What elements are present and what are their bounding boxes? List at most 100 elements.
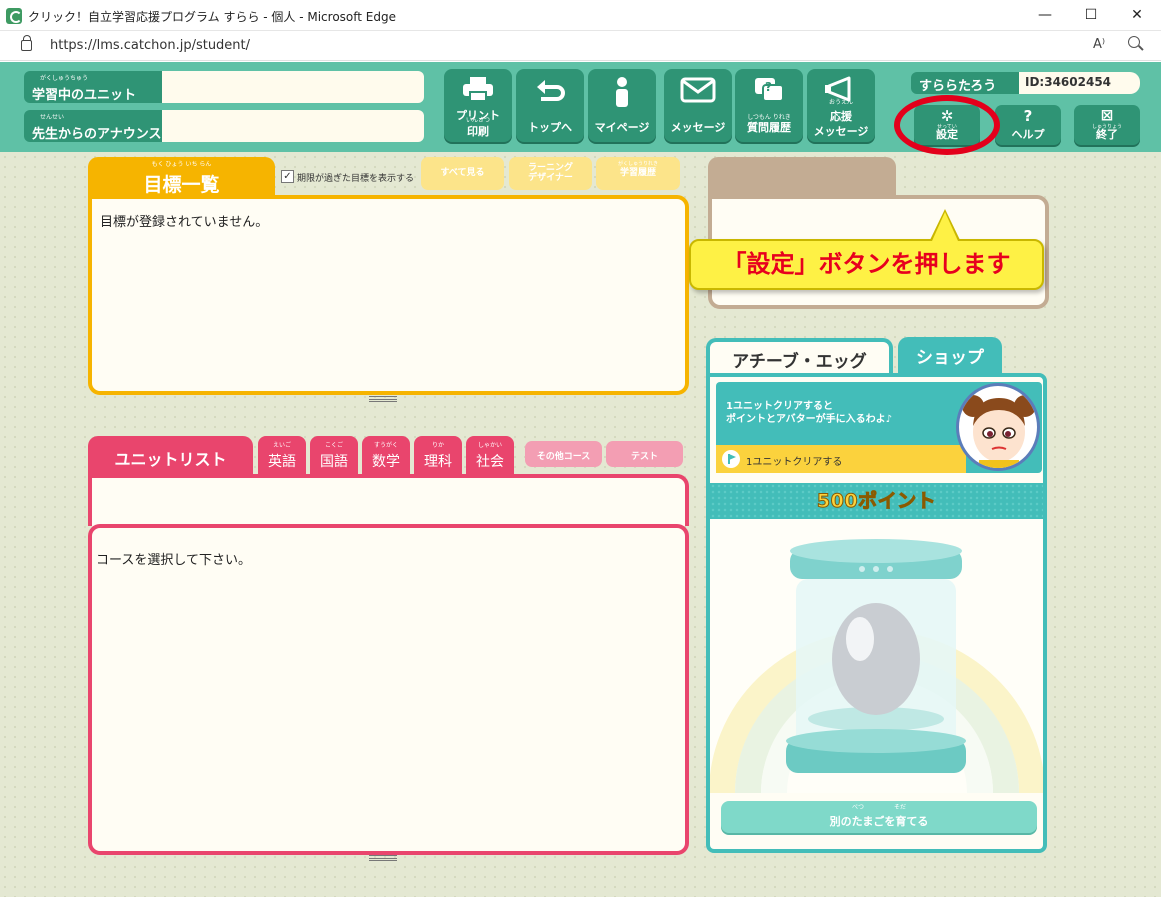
user-name: すららたろう	[911, 72, 1019, 94]
instruction-callout: 「設定」ボタンを押します	[689, 239, 1044, 290]
see-all-button[interactable]: すべて見る	[421, 157, 504, 190]
zoom-icon[interactable]	[1128, 36, 1140, 48]
flag-icon	[722, 450, 740, 468]
subject-label: 英語	[268, 454, 296, 470]
learning-history-button[interactable]: がくしゅうりれき 学習履歴	[596, 157, 680, 190]
subject-ruby: こくご	[324, 442, 343, 449]
print-button[interactable]: プリント いんさつ 印刷	[444, 69, 512, 142]
goals-resize-handle[interactable]	[369, 396, 397, 402]
subject-tab-social[interactable]: しゃかい 社会	[466, 436, 514, 476]
messages-tab	[708, 157, 896, 197]
cheer-message-button[interactable]: おうえん 応援 メッセージ	[807, 69, 875, 142]
help-icon: ?	[1023, 107, 1033, 125]
help-label: ヘルプ	[1011, 128, 1045, 141]
see-all-label: すべて見る	[440, 168, 485, 178]
shop-tab[interactable]: ショップ	[898, 337, 1002, 373]
read-aloud-icon[interactable]: A⁾	[1093, 37, 1105, 52]
question-history-button[interactable]: ? しつもん りれき 質問履歴	[735, 69, 803, 142]
top-page-label: トップへ	[528, 121, 572, 134]
test-button[interactable]: テスト	[606, 441, 683, 467]
callout-tail	[932, 212, 958, 241]
grow-another-egg-button[interactable]: べつ そだ 別のたまごを育てる	[721, 801, 1037, 833]
mission-line1: 1ユニットクリアすると	[726, 401, 833, 412]
learning-history-label: 学習履歴	[619, 168, 656, 178]
print-label-bottom: 印刷	[467, 125, 489, 138]
egg-capsule-image	[710, 539, 1043, 794]
window-title: クリック！自立学習応援プログラム すらら - 個人 - Microsoft Ed…	[28, 10, 396, 24]
units-resize-handle[interactable]	[369, 855, 397, 861]
points-value: 500ポイント	[816, 490, 937, 513]
message-label: メッセージ	[670, 121, 726, 134]
subject-tab-science[interactable]: りか 理科	[414, 436, 462, 476]
mypage-button[interactable]: マイページ	[588, 69, 656, 142]
settings-highlight-ring	[894, 95, 1000, 155]
current-unit-field[interactable]	[162, 71, 424, 103]
goals-empty-message: 目標が登録されていません。	[100, 215, 269, 230]
cheer-label-bottom: メッセージ	[813, 125, 869, 138]
subject-label: 社会	[476, 454, 504, 470]
achieve-egg-tab[interactable]: アチーブ・エッグ	[706, 338, 893, 375]
maximize-button[interactable]: ☐	[1068, 0, 1114, 31]
show-expired-checkbox[interactable]: ✓	[281, 170, 294, 183]
points-band: 500ポイント	[710, 483, 1043, 519]
subject-ruby: すうがく	[373, 442, 398, 449]
subject-label: 理科	[424, 454, 452, 470]
url-text[interactable]: https://lms.catchon.jp/student/	[50, 38, 250, 53]
announcement-field[interactable]	[162, 110, 424, 142]
address-bar: https://lms.catchon.jp/student/ A⁾	[0, 31, 1161, 61]
subject-ruby: しゃかい	[477, 442, 502, 449]
learning-history-ruby: がくしゅうりれき	[617, 161, 658, 167]
subject-tab-english[interactable]: えいご 英語	[258, 436, 306, 476]
window-titlebar: クリック！自立学習応援プログラム すらら - 個人 - Microsoft Ed…	[0, 0, 1161, 31]
subject-tab-japanese[interactable]: こくご 国語	[310, 436, 358, 476]
announcement-ruby: せんせい	[40, 114, 65, 121]
subject-ruby: りか	[431, 442, 444, 449]
goals-tab-ruby: もく ひょう いち らん	[151, 161, 212, 168]
return-arrow-icon	[537, 80, 565, 101]
svg-text:?: ?	[765, 80, 772, 94]
mission-task-bar: 1ユニットクリアする	[716, 445, 966, 473]
mission-text: 1ユニットクリアすると ポイントとアバターが手に入るわよ♪	[726, 400, 892, 426]
question-history-label: 質問履歴	[747, 121, 791, 134]
achieve-egg-panel: 1ユニットクリアすると ポイントとアバターが手に入るわよ♪ 1ユニットクリアする	[706, 373, 1047, 853]
app-logo-icon	[6, 8, 22, 24]
close-window-button[interactable]: ✕	[1114, 0, 1160, 31]
top-page-button[interactable]: トップへ	[516, 69, 584, 142]
message-button[interactable]: メッセージ	[664, 69, 732, 142]
goals-tab: もく ひょう いち らん 目標一覧	[88, 157, 275, 197]
current-unit-ruby: がくしゅうちゅう	[40, 75, 89, 82]
cheer-label-top: 応援	[830, 110, 852, 123]
goals-tab-label: 目標一覧	[143, 174, 220, 196]
help-button[interactable]: ? ヘルプ	[995, 105, 1061, 145]
lock-icon[interactable]	[21, 35, 32, 51]
learning-designer-button[interactable]: ラーニング デザイナー	[509, 157, 592, 190]
current-unit-label: がくしゅうちゅう 学習中のユニット	[24, 71, 162, 103]
unit-course-strip	[88, 474, 689, 526]
avatar-girl-image	[962, 395, 1036, 468]
cheer-ruby: おうえん	[828, 99, 853, 106]
exit-button[interactable]: ⊠ しゅうりょう 終了	[1074, 105, 1140, 145]
close-box-icon: ⊠	[1100, 106, 1114, 124]
goals-panel: 目標が登録されていません。	[88, 195, 689, 395]
question-bubble-icon: ?	[755, 78, 784, 102]
unit-empty-message: コースを選択して下さい。	[96, 553, 251, 568]
envelope-icon	[680, 77, 716, 103]
announcement-label-text: 先生からのアナウンス	[32, 127, 162, 142]
avatar	[956, 383, 1040, 471]
app-area: がくしゅうちゅう 学習中のユニット せんせい 先生からのアナウンス プリント い…	[0, 62, 1161, 897]
mypage-label: マイページ	[594, 121, 650, 134]
exit-label: 終了	[1096, 128, 1118, 141]
learning-designer-line2: デザイナー	[528, 173, 573, 183]
subject-tab-math[interactable]: すうがく 数学	[362, 436, 410, 476]
other-course-button[interactable]: その他コース	[525, 441, 602, 467]
minimize-button[interactable]: —	[1022, 0, 1068, 31]
user-id: ID:34602454	[1019, 72, 1140, 94]
printer-icon	[463, 77, 493, 102]
subject-label: 数学	[372, 454, 400, 470]
mission-card: 1ユニットクリアすると ポイントとアバターが手に入るわよ♪ 1ユニットクリアする	[716, 382, 1042, 473]
learning-designer-line1: ラーニング	[527, 163, 573, 173]
subject-ruby: えいご	[272, 442, 291, 449]
mission-line2: ポイントとアバターが手に入るわよ♪	[726, 414, 892, 425]
show-expired-label: 期限が過ぎた目標を表示する	[297, 174, 415, 184]
current-unit-label-text: 学習中のユニット	[32, 88, 137, 103]
